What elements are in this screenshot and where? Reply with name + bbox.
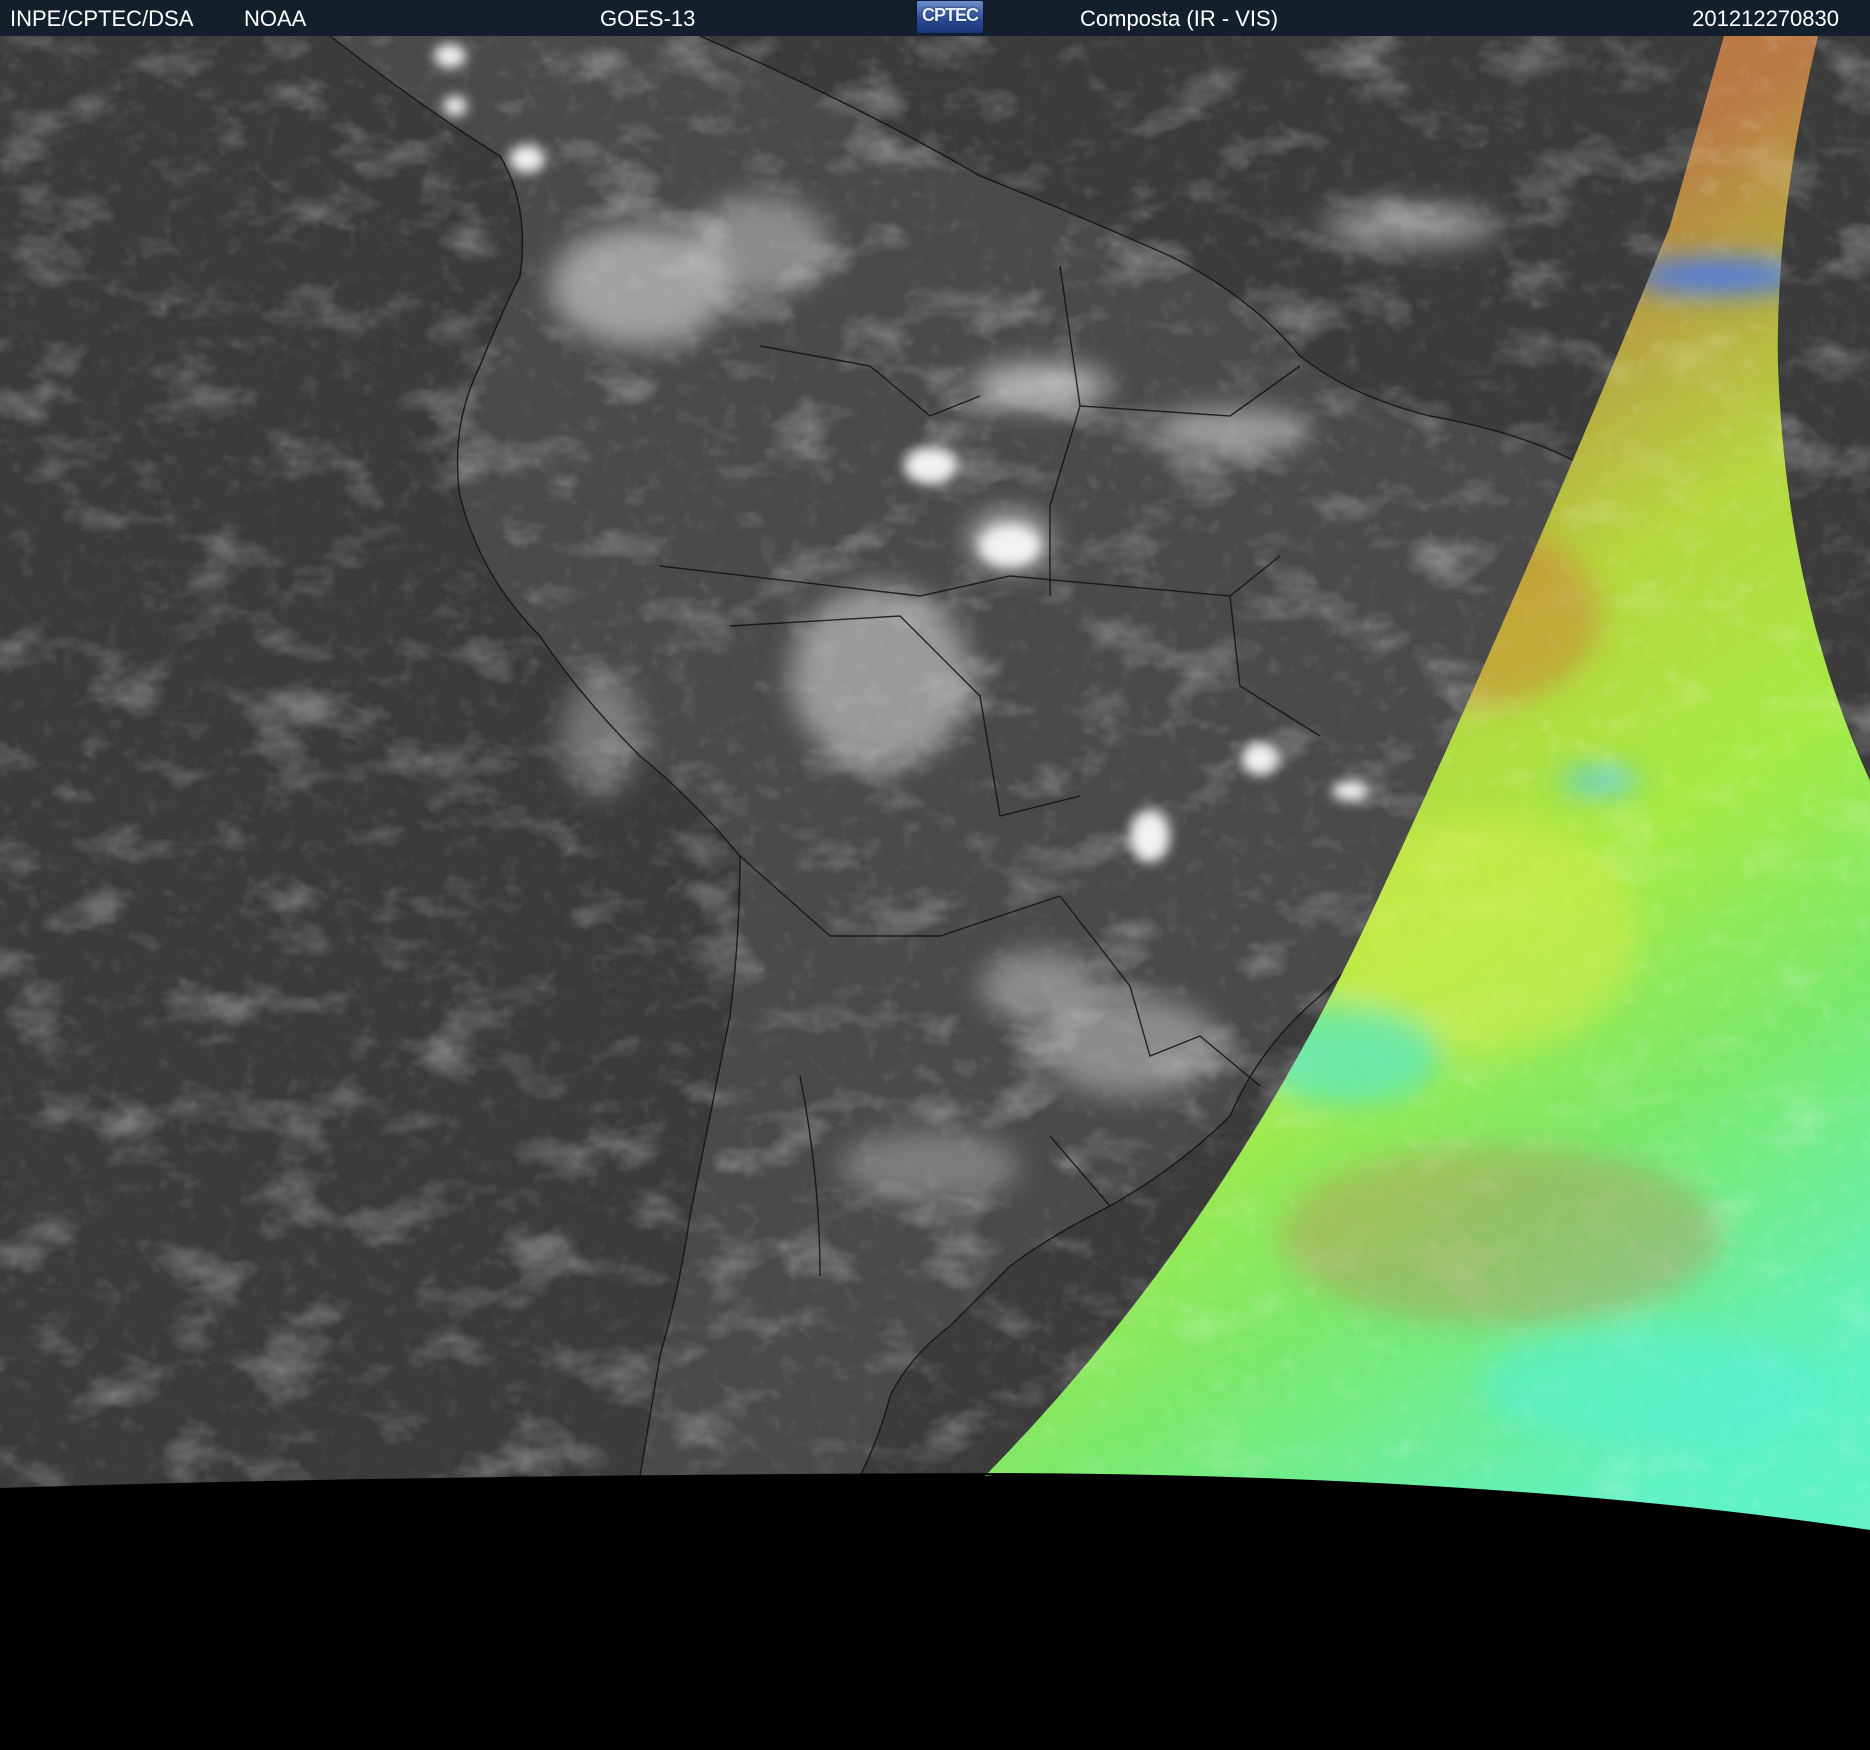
agency-label: NOAA <box>244 6 307 31</box>
cptec-logo: CPTEC <box>916 0 984 34</box>
satellite-image <box>0 36 1870 1750</box>
logo-text: CPTEC <box>921 5 979 25</box>
organization-label: INPE/CPTEC/DSA <box>10 6 194 31</box>
image-header: INPE/CPTEC/DSA NOAA GOES-13 CPTEC Compos… <box>0 0 1870 36</box>
satellite-label: GOES-13 <box>600 6 696 31</box>
timestamp-label: 201212270830 <box>1692 6 1839 31</box>
product-label: Composta (IR - VIS) <box>1080 6 1279 31</box>
satellite-composite <box>0 36 1870 1532</box>
